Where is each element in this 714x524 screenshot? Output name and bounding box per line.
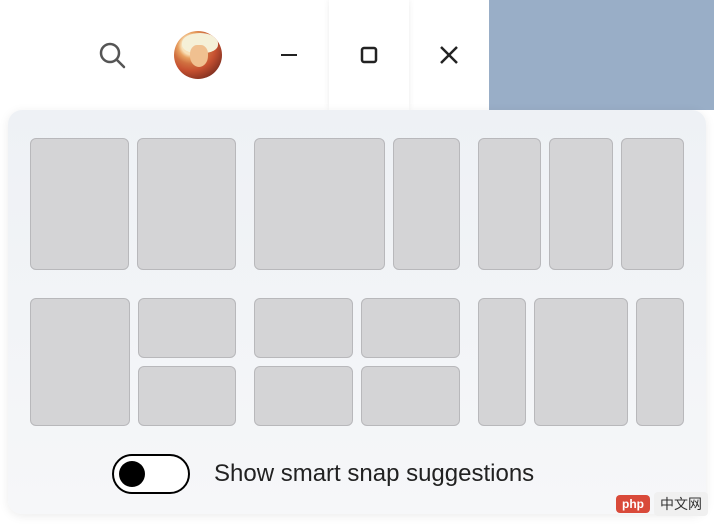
snap-zone bbox=[361, 366, 460, 426]
snap-zone-column bbox=[138, 298, 236, 426]
window-controls bbox=[249, 0, 714, 110]
snap-layouts-flyout: Show smart snap suggestions bbox=[8, 110, 706, 514]
close-icon bbox=[437, 43, 461, 67]
snap-zone bbox=[138, 298, 236, 358]
snap-layout-three-even[interactable] bbox=[478, 138, 684, 270]
search-icon bbox=[97, 40, 127, 70]
title-bar-left bbox=[0, 31, 249, 79]
toggle-knob bbox=[119, 461, 145, 487]
snap-zone bbox=[478, 138, 541, 270]
snap-zone bbox=[621, 138, 684, 270]
minimize-button[interactable] bbox=[249, 0, 329, 110]
maximize-button[interactable] bbox=[329, 0, 409, 110]
snap-layout-quad[interactable] bbox=[254, 298, 460, 426]
background-strip bbox=[489, 0, 714, 110]
snap-flyout-footer: Show smart snap suggestions bbox=[30, 454, 684, 494]
watermark: php 中文网 bbox=[616, 492, 708, 516]
snap-zone bbox=[254, 138, 385, 270]
snap-zone bbox=[138, 366, 236, 426]
snap-layouts-grid bbox=[30, 138, 684, 426]
minimize-icon bbox=[278, 44, 300, 66]
snap-zone bbox=[254, 366, 353, 426]
search-button[interactable] bbox=[90, 33, 134, 77]
maximize-icon bbox=[358, 44, 380, 66]
smart-snap-toggle[interactable] bbox=[112, 454, 190, 494]
snap-zone bbox=[534, 298, 628, 426]
snap-zone bbox=[361, 298, 460, 358]
smart-snap-toggle-label: Show smart snap suggestions bbox=[214, 460, 534, 488]
user-avatar[interactable] bbox=[174, 31, 222, 79]
snap-zone-column bbox=[254, 298, 353, 426]
snap-zone bbox=[30, 138, 129, 270]
snap-zone bbox=[636, 298, 684, 426]
snap-layout-two-left-wide[interactable] bbox=[254, 138, 460, 270]
watermark-text: 中文网 bbox=[654, 492, 708, 516]
title-bar bbox=[0, 0, 714, 110]
snap-zone bbox=[549, 138, 612, 270]
snap-layout-left-plus-stack[interactable] bbox=[30, 298, 236, 426]
snap-zone bbox=[478, 298, 526, 426]
watermark-badge: php bbox=[616, 495, 650, 513]
snap-zone bbox=[393, 138, 460, 270]
snap-zone bbox=[137, 138, 236, 270]
snap-layout-two-even[interactable] bbox=[30, 138, 236, 270]
snap-layout-three-center-wide[interactable] bbox=[478, 298, 684, 426]
snap-zone bbox=[254, 298, 353, 358]
close-button[interactable] bbox=[409, 0, 489, 110]
snap-zone bbox=[30, 298, 130, 426]
snap-zone-column bbox=[361, 298, 460, 426]
